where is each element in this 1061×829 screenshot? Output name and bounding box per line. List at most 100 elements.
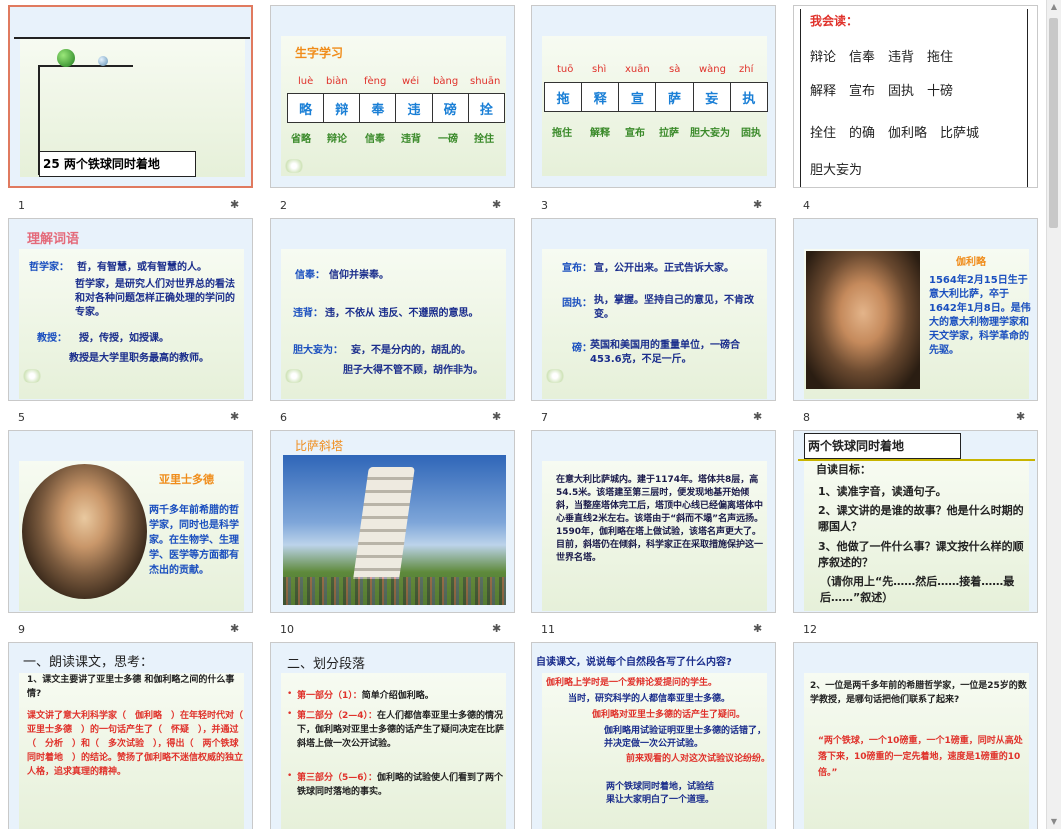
lotus-icon <box>283 159 305 173</box>
question: 1、课文主要讲了亚里士多德 和伽利略之间的什么事情? <box>27 675 235 699</box>
part-label: 第三部分（5—6）： <box>297 773 378 783</box>
slide-thumbnail-7[interactable]: 宣布： 宣，公开出来。正式告诉大家。 固执： 执，掌握。坚持自己的意见，不肯改变… <box>531 218 776 401</box>
pinyin: biàn <box>326 76 348 87</box>
green-ball-icon <box>57 49 75 67</box>
slide-thumbnail-11[interactable]: 在意大利比萨城内。建于1174年。塔体共8层，高54.5米。该塔建至第三层时，便… <box>531 430 776 613</box>
scroll-thumb[interactable] <box>1049 18 1058 228</box>
paragraph-summary: 伽利略用试验证明亚里士多德的话错了，并决定做一次公开试验。 <box>604 726 767 749</box>
pinyin: luè <box>298 76 314 87</box>
word: 省略 <box>291 134 311 145</box>
word: 拉萨 <box>659 128 679 139</box>
pinyin: bàng <box>433 76 459 87</box>
pinyin: fèng <box>364 76 387 87</box>
transition-star-icon[interactable]: ✱ <box>753 198 762 211</box>
definition: 哲学家，是研究人们对世界总的看法和对各种问题怎样正确处理的学问的专家。 <box>75 279 235 318</box>
pinyin: tuō <box>557 64 574 75</box>
char-table: 略 辩 奉 违 磅 拴 <box>286 93 506 123</box>
word: 信奉 <box>365 134 385 145</box>
slide-thumbnail-14[interactable]: 二、划分段落 • 第一部分（1）：简单介绍伽利略。 • 第二部分（2—4）：在人… <box>270 642 515 829</box>
transition-star-icon[interactable]: ✱ <box>492 198 501 211</box>
definition: 执，掌握。坚持自己的意见，不肯改变。 <box>594 295 754 320</box>
slide-thumbnail-8[interactable]: 伽利略 1564年2月15日生于意大利比萨，卒于 1642年1月8日。是伟大的意… <box>793 218 1038 401</box>
slide-thumbnail-15[interactable]: 自读课文，说说每个自然段各写了什么内容? 伽利略上学时是一个爱辩论爱提问的学生。… <box>531 642 776 829</box>
slide-title: 两个铁球同时着地 <box>804 433 961 459</box>
paragraph-summary: 伽利略对亚里士多德的话产生了疑问。 <box>592 710 746 720</box>
goal-item: （请你用上“先……然后……接着……最后……”叙述） <box>820 575 1015 604</box>
word: 解释 <box>590 128 610 139</box>
definition: 宣，公开出来。正式告诉大家。 <box>594 263 734 274</box>
slide-heading: 我会读： <box>810 14 859 28</box>
term: 信奉： <box>295 270 325 281</box>
word: 胆大妄为 <box>690 128 730 139</box>
slide-title: 25 两个铁球同时着地 <box>39 151 196 177</box>
part-label: 第二部分（2—4）： <box>297 711 378 721</box>
definition: 胆子大得不管不顾，胡作非为。 <box>343 365 483 376</box>
slide-heading: 二、划分段落 <box>287 657 366 672</box>
slide-number: 7 <box>541 411 548 424</box>
slide-thumbnail-6[interactable]: 信奉： 信仰并崇奉。 违背： 违，不依从 违反、不遵照的意思。 胆大妄为： 妄，… <box>270 218 515 401</box>
char-cell: 违 <box>395 93 433 123</box>
char-cell: 宣 <box>618 82 657 112</box>
slide-thumbnail-13[interactable]: 一、朗读课文，思考： 1、课文主要讲了亚里士多德 和伽利略之间的什么事情? 课文… <box>8 642 253 829</box>
vertical-scrollbar[interactable]: ▲ ▼ <box>1046 0 1061 829</box>
slide-thumbnail-1[interactable]: 25 两个铁球同时着地 <box>8 5 253 188</box>
slide-thumbnail-5[interactable]: 理解词语 哲学家： 哲，有智慧，或有智慧的人。 哲学家，是研究人们对世界总的看法… <box>8 218 253 401</box>
definition: 妄，不是分内的，胡乱的。 <box>351 345 471 356</box>
slide-number: 9 <box>18 623 25 636</box>
pinyin: wàng <box>699 64 726 75</box>
aristotle-portrait <box>22 464 147 599</box>
word: 违背 <box>401 134 421 145</box>
paragraph-summary: 伽利略上学时是一个爱辩论爱提问的学生。 <box>546 678 718 688</box>
slide-thumbnail-3[interactable]: tuō shì xuān sà wàng zhí 拖 释 宣 萨 妄 执 拖住 … <box>531 5 776 188</box>
char-cell: 拴 <box>467 93 506 123</box>
word: 一磅 <box>438 134 458 145</box>
transition-star-icon[interactable]: ✱ <box>230 622 239 635</box>
slide-number: 11 <box>541 623 555 636</box>
definition: 哲，有智慧，或有智慧的人。 <box>77 262 207 273</box>
paragraph-summary: 前来观看的人对这次试验议论纷纷。 <box>626 754 771 764</box>
transition-star-icon[interactable]: ✱ <box>230 198 239 211</box>
goal-item: 1、读准字音，读通句子。 <box>818 485 947 498</box>
slide-number: 4 <box>803 199 810 212</box>
slide-thumbnail-4[interactable]: 我会读： 辩论 信奉 违背 拖住 解释 宣布 固执 十磅 拴住 的确 伽利略 比… <box>793 5 1038 188</box>
char-cell: 略 <box>286 93 325 123</box>
definition: 英国和美国用的重量单位，一磅合453.6克，不足一斤。 <box>590 340 740 365</box>
question: 2、一位是两千多年前的希腊哲学家，一位是25岁的数学教授，是哪句话把他们联系了起… <box>810 681 1027 705</box>
lotus-icon <box>544 369 566 383</box>
slide-heading: 伽利略 <box>956 257 986 268</box>
slide-thumbnail-12[interactable]: 两个铁球同时着地 自读目标： 1、读准字音，读通句子。 2、课文讲的是谁的故事？… <box>793 430 1038 613</box>
transition-star-icon[interactable]: ✱ <box>1016 410 1025 423</box>
slide-number: 1 <box>18 199 25 212</box>
leaning-tower-photo <box>283 455 506 605</box>
scroll-down-icon[interactable]: ▼ <box>1047 815 1061 829</box>
transition-star-icon[interactable]: ✱ <box>230 410 239 423</box>
slide-thumbnail-2[interactable]: 生字学习 luè biàn fèng wéi bàng shuān 略 辩 奉 … <box>270 5 515 188</box>
bullet: • <box>287 709 293 719</box>
slide-number: 5 <box>18 411 25 424</box>
transition-star-icon[interactable]: ✱ <box>492 622 501 635</box>
term: 哲学家： <box>29 262 69 273</box>
word: 固执 <box>741 128 761 139</box>
term: 宣布： <box>562 263 592 274</box>
read-line: 解释 宣布 固执 十磅 <box>810 84 954 99</box>
slide-thumbnail-9[interactable]: 亚里士多德 两千多年前希腊的哲学家，同时也是科学家。在生物学、生理学、医学等方面… <box>8 430 253 613</box>
crowd <box>283 577 506 605</box>
answer: 课文讲了意大利科学家（ 伽利略 ）在年轻时代对（ 亚里士多德 ）的一句话产生了（… <box>27 711 253 777</box>
scroll-up-icon[interactable]: ▲ <box>1047 0 1061 14</box>
slide-heading: 亚里士多德 <box>159 473 214 486</box>
small-ball-icon <box>98 56 108 66</box>
term: 违背： <box>293 308 323 319</box>
slide-thumbnail-16[interactable]: 2、一位是两千多年前的希腊哲学家，一位是25岁的数学教授，是哪句话把他们联系了起… <box>793 642 1038 829</box>
slide-thumbnail-10[interactable]: 比萨斜塔 <box>270 430 515 613</box>
word: 宣布 <box>625 128 645 139</box>
transition-star-icon[interactable]: ✱ <box>492 410 501 423</box>
slide-heading: 比萨斜塔 <box>295 439 344 453</box>
transition-star-icon[interactable]: ✱ <box>753 410 762 423</box>
definition: 违，不依从 违反、不遵照的意思。 <box>325 308 479 319</box>
slide-number: 2 <box>280 199 287 212</box>
transition-star-icon[interactable]: ✱ <box>753 622 762 635</box>
slide-heading: 自读课文，说说每个自然段各写了什么内容? <box>536 657 732 668</box>
pinyin: wéi <box>402 76 420 87</box>
slide-number: 12 <box>803 623 817 636</box>
paragraph-summary: 两个铁球同时着地，试验结果让大家明白了一个道理。 <box>606 782 715 805</box>
